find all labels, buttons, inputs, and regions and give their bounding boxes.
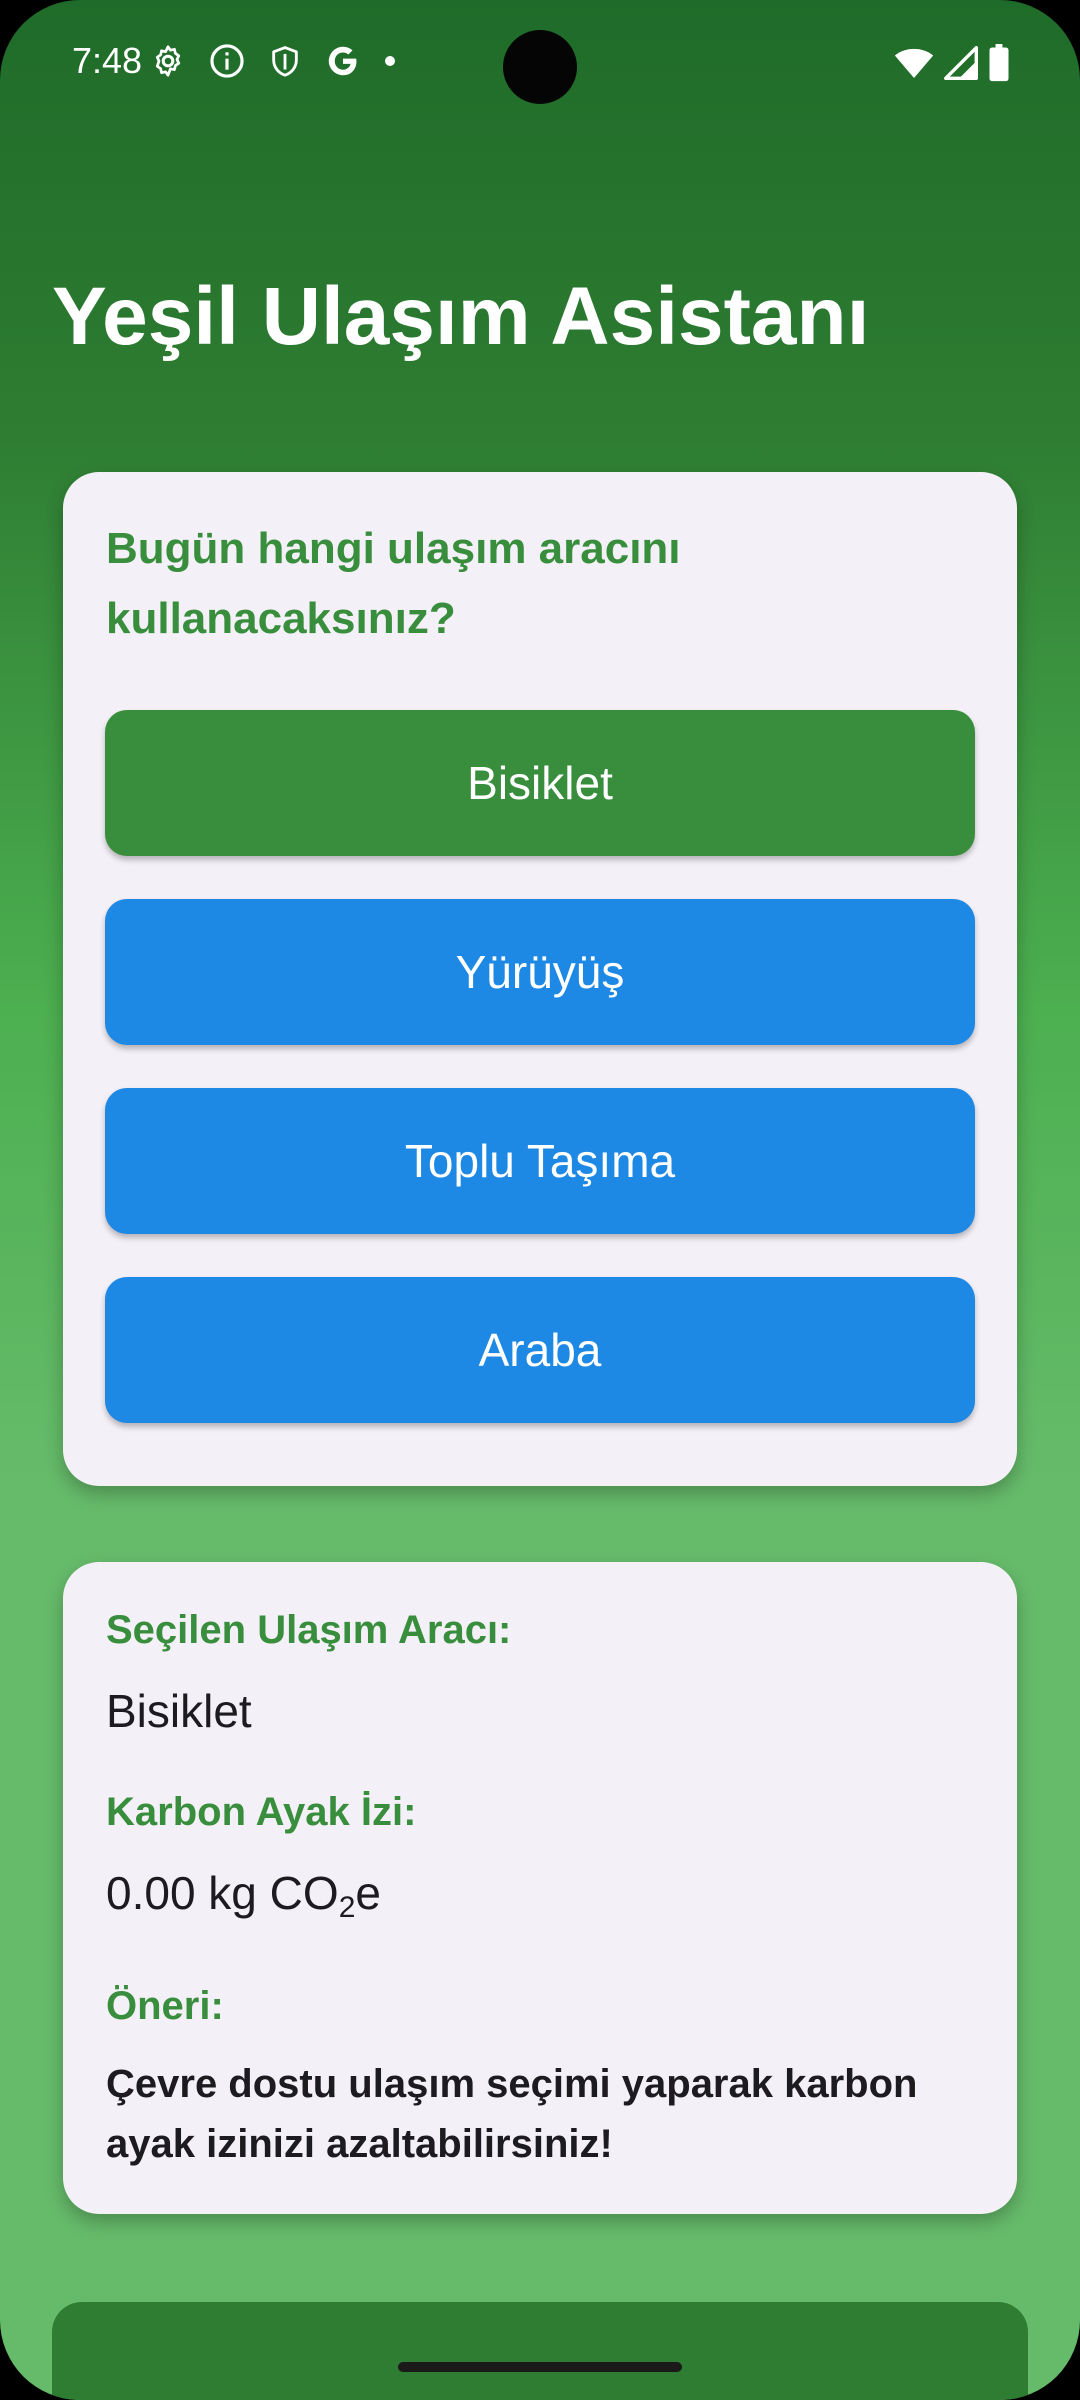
camera-cutout bbox=[503, 30, 577, 104]
option-araba-button[interactable]: Araba bbox=[105, 1277, 975, 1423]
transport-choice-card: Bugün hangi ulaşım aracını kullanacaksın… bbox=[63, 472, 1017, 1486]
signal-icon bbox=[944, 46, 978, 80]
page-title: Yeşil Ulaşım Asistanı bbox=[52, 271, 870, 362]
battery-icon bbox=[988, 44, 1010, 82]
home-indicator[interactable] bbox=[398, 2362, 682, 2372]
settings-icon bbox=[150, 43, 186, 79]
shield-icon bbox=[268, 42, 302, 80]
dot-icon bbox=[384, 55, 396, 67]
info-icon bbox=[208, 42, 246, 80]
footprint-suffix: e bbox=[355, 1867, 381, 1919]
status-bar: 7:48 bbox=[0, 0, 1080, 140]
option-toplu-tasima-button[interactable]: Toplu Taşıma bbox=[105, 1088, 975, 1234]
status-icons-left bbox=[150, 42, 396, 80]
selected-transport-value: Bisiklet bbox=[106, 1685, 252, 1737]
option-yuruyus-button[interactable]: Yürüyüş bbox=[105, 899, 975, 1045]
footprint-subscript: 2 bbox=[338, 1891, 356, 1924]
carbon-footprint-label: Karbon Ayak İzi: bbox=[106, 1790, 417, 1834]
app-screen: 7:48 Yeşil Ulaşım Asistanı Bugün hangi u… bbox=[0, 0, 1080, 2400]
suggestion-text: Çevre dostu ulaşım seçimi yaparak karbon… bbox=[106, 2062, 918, 2166]
question-text: Bugün hangi ulaşım aracını kullanacaksın… bbox=[106, 524, 681, 643]
option-bisiklet-button[interactable]: Bisiklet bbox=[105, 710, 975, 856]
result-card: Seçilen Ulaşım Aracı: Bisiklet Karbon Ay… bbox=[63, 1562, 1017, 2214]
footprint-number: 0.00 kg CO bbox=[106, 1867, 339, 1919]
suggestion-label: Öneri: bbox=[106, 1984, 224, 2028]
status-time: 7:48 bbox=[72, 40, 143, 81]
carbon-footprint-value: 0.00 kg CO2e bbox=[106, 1866, 381, 1925]
status-icons-right bbox=[894, 44, 1010, 82]
google-icon bbox=[324, 42, 362, 80]
selected-transport-label: Seçilen Ulaşım Aracı: bbox=[106, 1608, 512, 1652]
bottom-bar bbox=[52, 2302, 1028, 2400]
wifi-icon bbox=[894, 46, 934, 80]
